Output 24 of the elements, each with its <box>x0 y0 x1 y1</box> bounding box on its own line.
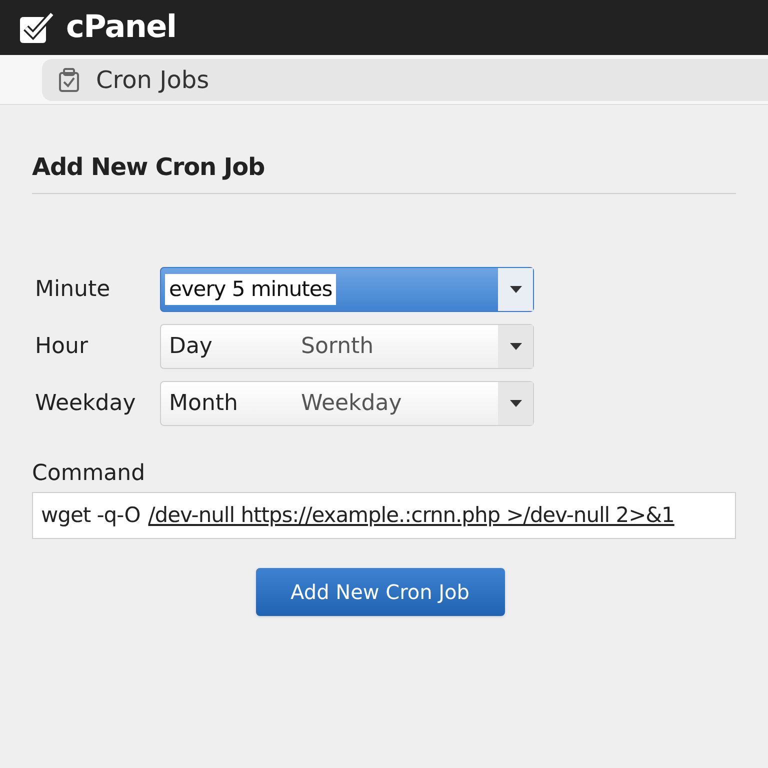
dropdown-value: Day <box>169 333 214 361</box>
add-cron-job-button[interactable]: Add New Cron Job <box>256 568 504 616</box>
dropdown-arrow-button[interactable] <box>498 325 533 368</box>
dropdown-value: Month <box>169 390 239 418</box>
field-label: Command <box>32 460 146 488</box>
section-heading: Add New Cron Job <box>32 152 266 183</box>
brand-name: cPanel <box>66 8 176 48</box>
dropdown-value: every 5 minutes <box>165 274 336 306</box>
dropdown-arrow-button[interactable] <box>498 268 533 311</box>
dropdown[interactable]: Day Sornth <box>160 324 534 369</box>
field-label: Hour <box>34 333 89 361</box>
caret-icon <box>510 286 522 293</box>
dropdown-hint: Sornth <box>301 333 374 361</box>
field-label: Weekday <box>34 390 137 418</box>
dropdown[interactable]: every 5 minutes <box>160 267 534 312</box>
dropdown[interactable]: Month Weekday <box>160 381 534 426</box>
field-label: Minute <box>34 276 112 304</box>
dropdown-hint: Weekday <box>301 390 402 418</box>
clipboard-check-icon <box>58 67 80 93</box>
command-input[interactable]: wget -q-O /dev-null https://example.:crnn.php >/dev-null 2>&1 <box>32 492 736 539</box>
dropdown-arrow-button[interactable] <box>498 382 533 425</box>
page-title: Cron Jobs <box>96 65 210 96</box>
caret-icon <box>510 400 522 407</box>
caret-icon <box>510 343 522 350</box>
